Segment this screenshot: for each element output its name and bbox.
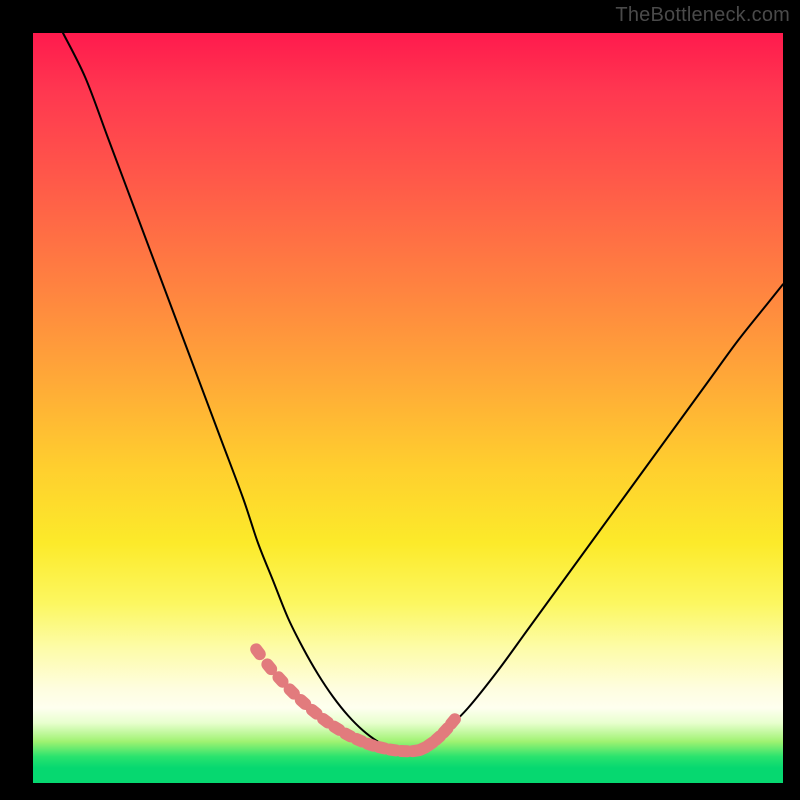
- chart-frame: TheBottleneck.com: [0, 0, 800, 800]
- bottleneck-curve: [63, 33, 783, 752]
- curve-svg: [33, 33, 783, 783]
- attribution-label: TheBottleneck.com: [615, 4, 790, 27]
- plot-area: [33, 33, 783, 783]
- highlight-markers: [248, 641, 464, 758]
